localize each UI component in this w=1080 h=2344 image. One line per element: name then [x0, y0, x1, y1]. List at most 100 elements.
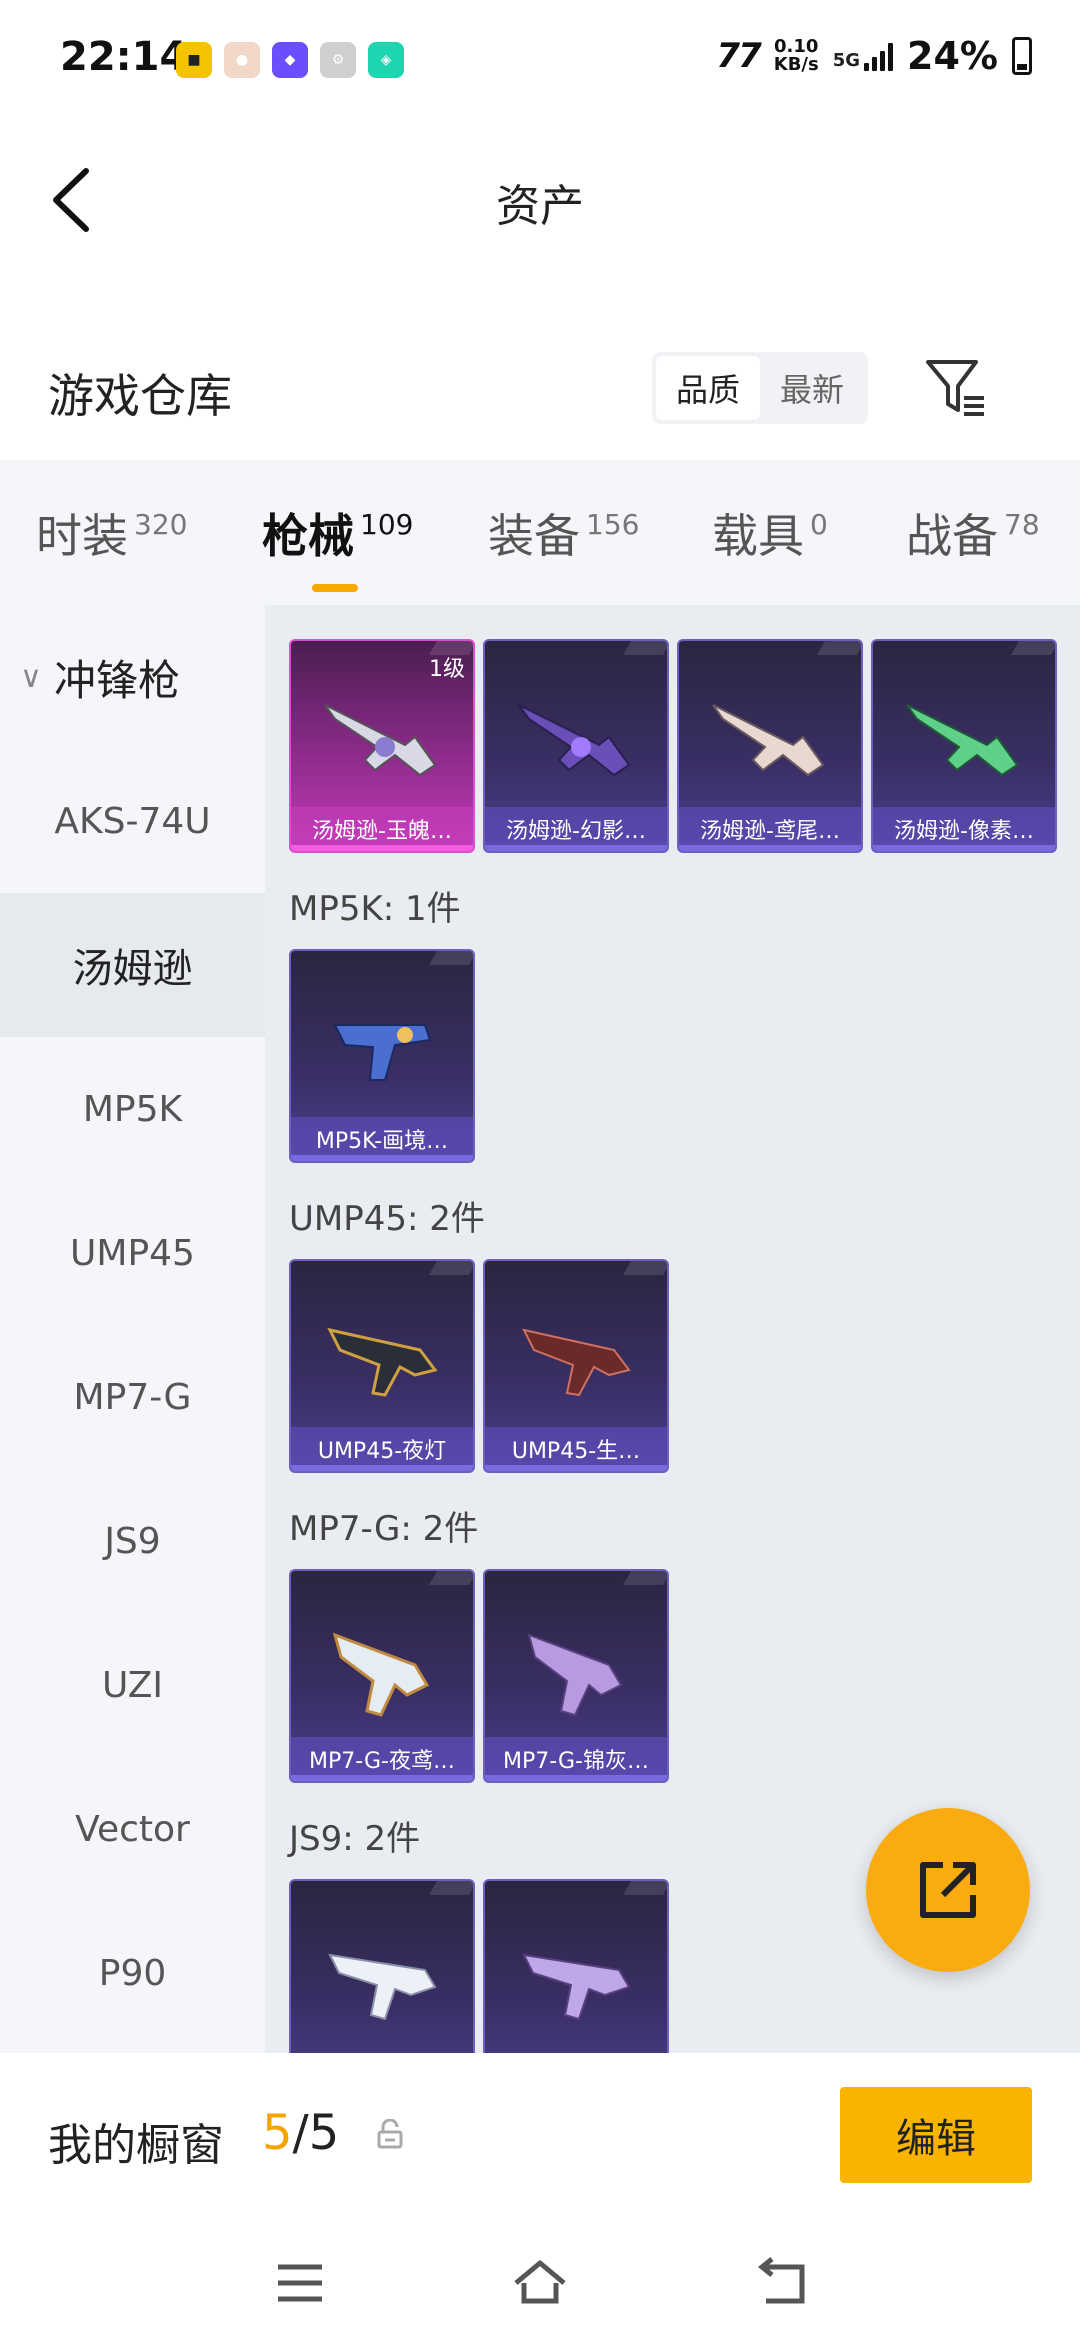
card-corner — [816, 641, 861, 655]
group-label-mp7g: MP7-G: 2件 — [289, 1509, 479, 1549]
skin-card[interactable]: 汤姆逊-幻影… — [483, 639, 669, 853]
card-corner — [622, 1261, 667, 1275]
sidebar-item-aks74u[interactable]: AKS-74U — [0, 749, 265, 893]
skin-card[interactable] — [483, 1879, 669, 2053]
smg-weapon-icon — [328, 1953, 437, 2021]
sidebar-section-label: 冲锋枪 — [53, 655, 180, 705]
smg-weapon-icon — [712, 704, 825, 777]
app-icon: ◈ — [368, 42, 404, 78]
skin-card[interactable]: MP7-G-锦灰… — [483, 1569, 669, 1783]
chevron-down-icon: ∨ — [20, 659, 42, 695]
home-button[interactable] — [510, 2253, 570, 2313]
skin-card[interactable]: MP5K-画境… — [289, 949, 475, 1163]
share-button[interactable] — [866, 1808, 1030, 1972]
app-icon: ◆ — [272, 42, 308, 78]
app-header: 资产 — [0, 120, 1080, 280]
sort-newest-button[interactable]: 最新 — [760, 356, 864, 420]
tab-supplies[interactable]: 战备 78 — [906, 500, 1040, 566]
skin-name: MP7-G-锦灰… — [485, 1737, 667, 1781]
js9-row — [289, 1879, 669, 2053]
card-corner — [622, 1571, 667, 1585]
filter-button[interactable] — [922, 354, 988, 420]
skin-card[interactable]: 汤姆逊-鸢尾… — [677, 639, 863, 853]
status-time: 22:14 — [60, 34, 188, 80]
tab-count: 320 — [134, 507, 188, 541]
sidebar-item-p90[interactable]: P90 — [0, 1901, 265, 2045]
skin-card[interactable]: UMP45-生… — [483, 1259, 669, 1473]
edit-button[interactable]: 编辑 — [840, 2087, 1032, 2183]
system-nav-bar — [0, 2223, 1080, 2344]
showcase-current: 5 — [262, 2105, 293, 2161]
smg-weapon-icon — [333, 1024, 432, 1081]
skin-name: 汤姆逊-幻影… — [485, 807, 667, 851]
skin-card[interactable]: UMP45-夜灯 — [289, 1259, 475, 1473]
sidebar-item-thompson[interactable]: 汤姆逊 — [0, 893, 265, 1037]
sort-quality-button[interactable]: 品质 — [656, 356, 760, 420]
smg-weapon-icon — [327, 1327, 438, 1397]
share-icon — [920, 1862, 976, 1918]
tab-count: 0 — [810, 507, 828, 541]
status-bar: 22:14 ■ ● ◆ ⚙ ◈ 77 0.10 KB/s 5G 24% — [0, 0, 1080, 120]
tab-label: 枪械 — [262, 508, 354, 563]
skin-card[interactable]: 1级 汤姆逊-玉魄… — [289, 639, 475, 853]
skin-card[interactable] — [289, 1879, 475, 2053]
tab-firearms[interactable]: 枪械 109 — [262, 500, 414, 592]
tab-vehicles[interactable]: 载具 0 — [712, 500, 828, 566]
sort-toggle: 品质 最新 — [652, 352, 868, 424]
battery-percent: 24% — [907, 34, 998, 78]
speed-unit: KB/s — [773, 54, 819, 75]
carrier-icon: 77 — [716, 36, 761, 76]
card-corner — [428, 951, 473, 965]
showcase-total: /5 — [292, 2105, 340, 2161]
skin-name: MP5K-画境… — [291, 1117, 473, 1161]
back-nav-button[interactable] — [752, 2253, 812, 2313]
sidebar-item-mp5k[interactable]: MP5K — [0, 1037, 265, 1181]
showcase-bar: 我的橱窗 5/5 编辑 — [0, 2053, 1080, 2223]
network-type: 5G — [832, 50, 861, 71]
sidebar-item-mp7g[interactable]: MP7-G — [0, 1325, 265, 1469]
active-tab-indicator — [312, 583, 358, 592]
status-app-icons: ■ ● ◆ ⚙ ◈ — [176, 42, 404, 78]
signal-icon: 5G — [832, 41, 894, 71]
filter-icon — [926, 360, 984, 416]
group-label-js9: JS9: 2件 — [289, 1819, 421, 1859]
tab-label: 载具 — [712, 508, 804, 563]
tab-label: 战备 — [906, 508, 998, 563]
tab-count: 109 — [360, 507, 414, 541]
sidebar-section-smg[interactable]: ∨ 冲锋枪 — [0, 605, 265, 749]
avatar-icon: ● — [224, 42, 260, 78]
status-indicators: 77 0.10 KB/s 5G 24% — [716, 34, 1032, 78]
skin-name: 汤姆逊-玉魄… — [291, 807, 473, 851]
smg-weapon-icon — [518, 704, 631, 777]
home-icon — [514, 2260, 566, 2304]
sidebar-item-uzi[interactable]: UZI — [0, 1613, 265, 1757]
showcase-count: 5/5 — [262, 2105, 339, 2161]
skin-name: 汤姆逊-像素… — [873, 807, 1055, 851]
smg-weapon-icon — [332, 1632, 430, 1717]
sidebar-item-vector[interactable]: Vector — [0, 1757, 265, 1901]
tab-label: 装备 — [488, 508, 580, 563]
sidebar-item-ump45[interactable]: UMP45 — [0, 1181, 265, 1325]
skin-card[interactable]: 汤姆逊-像素… — [871, 639, 1057, 853]
tab-equipment[interactable]: 装备 156 — [488, 500, 639, 566]
card-corner — [428, 1571, 473, 1585]
tab-label: 时装 — [36, 508, 128, 563]
card-corner — [1010, 641, 1055, 655]
tab-fashion[interactable]: 时装 320 — [36, 500, 187, 566]
card-corner — [428, 1261, 473, 1275]
card-corner — [622, 641, 667, 655]
weapon-type-sidebar: ∨ 冲锋枪 AKS-74U 汤姆逊 MP5K UMP45 MP7-G JS9 U… — [0, 605, 265, 2053]
settings-icon: ⚙ — [320, 42, 356, 78]
sidebar-item-js9[interactable]: JS9 — [0, 1469, 265, 1613]
skin-name: UMP45-生… — [485, 1427, 667, 1471]
card-corner — [622, 1881, 667, 1895]
skin-card[interactable]: MP7-G-夜鸢… — [289, 1569, 475, 1783]
mp7g-row: MP7-G-夜鸢… MP7-G-锦灰… — [289, 1569, 669, 1783]
showcase-title: 我的橱窗 — [48, 2120, 224, 2171]
thompson-row: 1级 汤姆逊-玉魄… 汤姆逊-幻影… 汤姆逊-鸢尾… 汤姆逊-像素… — [289, 639, 1057, 853]
smg-weapon-icon — [522, 1953, 631, 2021]
menu-button[interactable] — [270, 2253, 330, 2313]
group-label-ump45: UMP45: 2件 — [289, 1199, 485, 1239]
skin-name: UMP45-夜灯 — [291, 1427, 473, 1471]
network-speed: 0.10 KB/s — [774, 38, 819, 74]
